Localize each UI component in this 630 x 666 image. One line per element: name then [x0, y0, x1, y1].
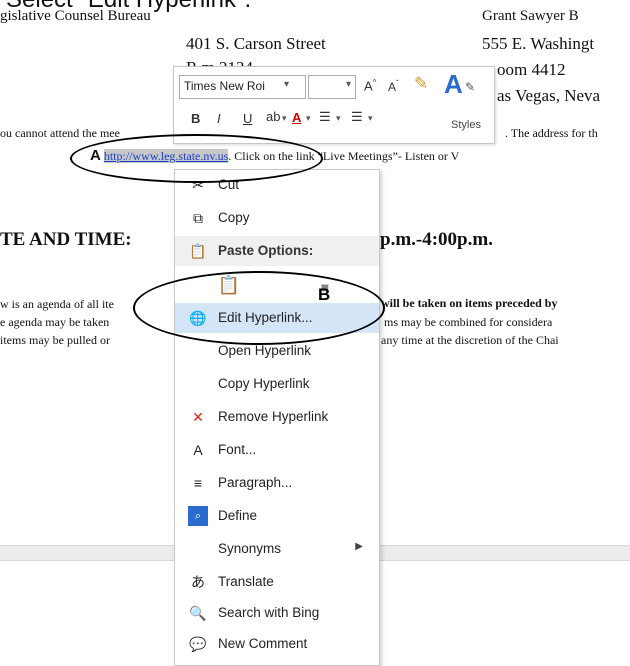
- context-menu: ✂ Cut ⧉ Copy 📋 Paste Options: 📋 ■ 🌐 Edit…: [174, 169, 380, 666]
- font-color-icon[interactable]: A: [292, 110, 301, 125]
- underline-icon[interactable]: U: [243, 111, 252, 126]
- chevron-down-icon[interactable]: ▾: [306, 113, 311, 124]
- menu-item-copy[interactable]: ⧉ Copy: [175, 203, 379, 233]
- font-icon: A: [193, 442, 203, 458]
- highlight-icon[interactable]: ab: [266, 109, 280, 124]
- chevron-down-icon[interactable]: ▾: [336, 113, 341, 124]
- menu-item-edit-hyperlink[interactable]: 🌐 Edit Hyperlink...: [175, 303, 379, 333]
- bullets-icon[interactable]: ☰: [319, 109, 331, 125]
- marker-a: A: [90, 147, 101, 164]
- menu-item-font[interactable]: A Font...: [175, 435, 379, 465]
- doc-para2-after: . Click on the link “Live Meetings”- Lis…: [228, 149, 460, 163]
- doc-line1-right: Grant Sawyer B: [482, 8, 579, 24]
- menu-item-translate[interactable]: あ Translate: [175, 567, 379, 597]
- remove-link-icon: ✕: [192, 408, 204, 425]
- doc-para1-right: . The address for th: [505, 126, 598, 140]
- doc-line4-right: as Vegas, Neva: [497, 86, 601, 105]
- hyperlink-text[interactable]: http://www.leg.state.nv.us: [103, 149, 229, 163]
- chevron-down-icon[interactable]: ▾: [282, 113, 287, 124]
- define-icon: ⌕: [188, 506, 208, 526]
- doc-agenda3-right: any time at the discretion of the Chai: [381, 333, 559, 347]
- chevron-down-icon: ▾: [284, 79, 290, 90]
- marker-b: B: [318, 285, 331, 304]
- menu-item-paragraph[interactable]: ≡ Paragraph...: [175, 468, 379, 498]
- format-painter-icon[interactable]: ✎: [414, 74, 428, 94]
- menu-item-search-with-bing[interactable]: 🔍 Search with Bing: [175, 598, 379, 628]
- styles-icon[interactable]: A: [444, 69, 463, 100]
- doc-para1-left: ou cannot attend the mee: [0, 126, 120, 140]
- styles-label: Styles: [451, 119, 481, 131]
- mini-toolbar: Times New Roi ▾ ▾ A^ Aˇ ✎ A ✎ B I U ab ▾…: [173, 66, 495, 144]
- comment-icon: 💬: [189, 635, 207, 652]
- doc-agenda3-left: items may be pulled or: [0, 333, 110, 347]
- styles-brush-icon: ✎: [465, 80, 476, 94]
- numbering-icon[interactable]: ☰: [351, 109, 363, 125]
- menu-item-open-hyperlink[interactable]: Open Hyperlink: [175, 336, 379, 366]
- font-size-box[interactable]: ▾: [308, 75, 356, 99]
- paste-icon: 📋: [189, 242, 207, 259]
- doc-agenda2-left: e agenda may be taken: [0, 315, 110, 329]
- shrink-font-icon[interactable]: Aˇ: [388, 79, 399, 94]
- menu-item-synonyms[interactable]: Synonyms ▶: [175, 534, 379, 564]
- menu-item-remove-hyperlink[interactable]: ✕ Remove Hyperlink: [175, 402, 379, 432]
- menu-item-cut[interactable]: ✂ Cut: [175, 170, 379, 200]
- search-icon: 🔍: [189, 604, 207, 621]
- doc-line1-left: gislative Counsel Bureau: [0, 8, 151, 24]
- paragraph-icon: ≡: [193, 475, 203, 491]
- doc-heading-right: p.m.-4:00p.m.: [380, 229, 493, 250]
- grow-font-icon[interactable]: A^: [364, 78, 376, 93]
- italic-icon[interactable]: I: [217, 111, 221, 126]
- paste-option-row: 📋 ■: [175, 269, 379, 303]
- doc-agenda1-right: will be taken on items preceded by: [381, 296, 558, 310]
- font-name-value: Times New Roi: [184, 79, 265, 93]
- copy-icon: ⧉: [193, 209, 203, 226]
- chevron-down-icon: ▾: [345, 79, 351, 90]
- menu-item-new-comment[interactable]: 💬 New Comment: [175, 629, 379, 659]
- menu-item-define[interactable]: ⌕ Define: [175, 501, 379, 531]
- scissors-icon: ✂: [192, 176, 204, 193]
- font-name-box[interactable]: Times New Roi ▾: [179, 75, 306, 99]
- bold-icon[interactable]: B: [191, 111, 200, 126]
- menu-item-paste-options: 📋 Paste Options:: [175, 236, 379, 266]
- doc-line3-right: oom 4412: [497, 60, 566, 79]
- doc-line2-right: 555 E. Washingt: [482, 34, 595, 53]
- doc-agenda2-right: ms may be combined for considera: [384, 315, 553, 329]
- chevron-down-icon[interactable]: ▾: [368, 113, 373, 124]
- doc-line2-left: 401 S. Carson Street: [186, 34, 326, 53]
- globe-link-icon: 🌐: [189, 309, 207, 326]
- menu-item-copy-hyperlink[interactable]: Copy Hyperlink: [175, 369, 379, 399]
- translate-icon: あ: [191, 574, 205, 590]
- paste-keep-text-icon[interactable]: 📋: [218, 275, 240, 295]
- doc-para2: A http://www.leg.state.nv.us. Click on t…: [90, 147, 459, 164]
- doc-heading-left: TE AND TIME:: [0, 229, 132, 250]
- doc-agenda1-left: w is an agenda of all ite: [0, 297, 114, 311]
- submenu-arrow-icon: ▶: [355, 541, 363, 552]
